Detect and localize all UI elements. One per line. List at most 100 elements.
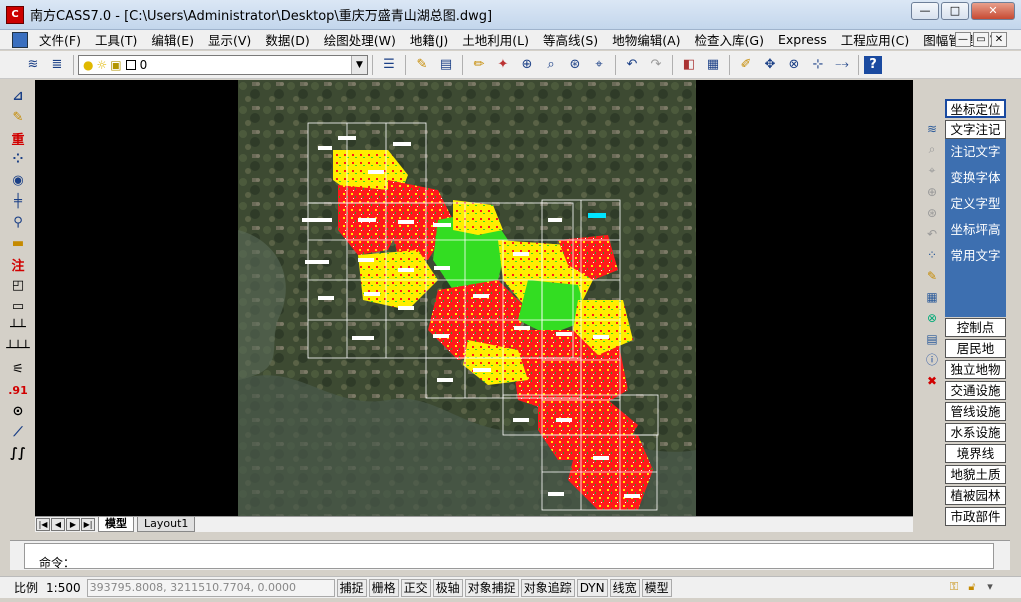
tab-model[interactable]: 模型 — [98, 517, 134, 532]
zoom-realtime-icon[interactable]: ⌕ — [540, 54, 562, 76]
rectangle-corner-icon[interactable]: ◰ — [7, 275, 29, 296]
calculator-icon[interactable]: ▤ — [922, 328, 942, 349]
rectangle-icon[interactable]: ▭ — [7, 296, 29, 317]
residential-button[interactable]: 居民地 — [945, 339, 1006, 358]
independent-feature-button[interactable]: 独立地物 — [945, 360, 1006, 379]
menu-view[interactable]: 显示(V) — [201, 30, 258, 49]
satellite-map[interactable] — [238, 80, 696, 517]
coord-locate-button[interactable]: 坐标定位 — [945, 99, 1006, 118]
drawing-canvas[interactable] — [35, 80, 913, 517]
measure-point-icon[interactable]: ⊿ — [7, 86, 29, 107]
zoom-previous-icon[interactable]: ↶ — [922, 223, 942, 244]
menu-tools[interactable]: 工具(T) — [88, 30, 144, 49]
hatch-line-icon[interactable]: ┴┴┴ — [6, 338, 29, 359]
snap-icon[interactable]: ⊗ — [783, 54, 805, 76]
network-icon[interactable]: ⚟ — [7, 359, 29, 380]
toggle-snap[interactable]: 捕捉 — [336, 578, 367, 597]
menu-express[interactable]: Express — [771, 32, 834, 47]
zoom-window-icon[interactable]: ⌖ — [922, 160, 942, 181]
zoom-extent-icon[interactable]: ⊕ — [922, 181, 942, 202]
zoom-previous-icon[interactable]: ⌖ — [588, 54, 610, 76]
help-icon[interactable]: ? — [864, 55, 882, 74]
wave-icon[interactable]: ∫∫ — [7, 443, 29, 464]
coord-elevation-item[interactable]: 坐标坪高 — [945, 217, 1006, 243]
calculator-icon[interactable]: ▦ — [702, 54, 724, 76]
dashed-line-icon[interactable]: ┴┴ — [7, 317, 29, 338]
circle-point-icon[interactable]: ⊙ — [7, 401, 29, 422]
toggle-polar[interactable]: 极轴 — [432, 578, 463, 597]
doc-close-button[interactable]: ✕ — [991, 32, 1007, 47]
points-grid-icon[interactable]: ⁘ — [7, 149, 29, 170]
pattern-icon[interactable]: ⁘ — [922, 244, 942, 265]
menu-data[interactable]: 数据(D) — [258, 30, 316, 49]
redo-icon[interactable]: ↷ — [645, 54, 667, 76]
pipeline-button[interactable]: 管线设施 — [945, 402, 1006, 421]
network-icon[interactable]: ⊗ — [922, 307, 942, 328]
define-style-item[interactable]: 定义字型 — [945, 191, 1006, 217]
elevation-icon[interactable]: .91 — [7, 380, 29, 401]
toggle-grid[interactable]: 栅格 — [368, 578, 399, 597]
lock-open-icon[interactable]: 🔓︎ — [963, 578, 981, 596]
last-tab-button[interactable]: ▶| — [81, 518, 95, 531]
delete-icon[interactable]: ✖ — [922, 370, 942, 391]
menu-drawing[interactable]: 绘图处理(W) — [317, 30, 403, 49]
open-icon[interactable]: ✎ — [411, 54, 433, 76]
document-icon[interactable] — [12, 31, 28, 48]
undo-icon[interactable]: ↶ — [621, 54, 643, 76]
toggle-lineweight[interactable]: 线宽 — [609, 578, 640, 597]
next-tab-button[interactable]: ▶ — [66, 518, 80, 531]
lock-key-icon[interactable]: ⚿ — [945, 578, 963, 596]
toggle-ortho[interactable]: 正交 — [400, 578, 431, 597]
boundary-button[interactable]: 境界线 — [945, 444, 1006, 463]
change-font-item[interactable]: 变换字体 — [945, 165, 1006, 191]
scale-value[interactable]: 1:500 — [46, 581, 81, 595]
annotate-text-item[interactable]: 注记文字 — [945, 139, 1006, 165]
chevron-down-icon[interactable]: ▼ — [351, 55, 367, 74]
landform-button[interactable]: 地貌土质 — [945, 465, 1006, 484]
camera-icon[interactable]: ◉ — [7, 170, 29, 191]
linetype-icon[interactable]: ☰ — [378, 54, 400, 76]
toggle-otrack[interactable]: 对象追踪 — [520, 578, 575, 597]
control-point-button[interactable]: 控制点 — [945, 318, 1006, 337]
menu-cadastre[interactable]: 地籍(J) — [403, 30, 455, 49]
zoom-window-icon[interactable]: ⊕ — [516, 54, 538, 76]
doc-restore-button[interactable]: ▭ — [973, 32, 989, 47]
save-icon[interactable]: ▤ — [435, 54, 457, 76]
menu-file[interactable]: 文件(F) — [32, 30, 88, 49]
dimension-icon[interactable]: ⊹ — [807, 54, 829, 76]
text-annotation-button[interactable]: 文字注记 — [945, 120, 1006, 139]
tab-layout1[interactable]: Layout1 — [137, 517, 196, 532]
traffic-button[interactable]: 交通设施 — [945, 381, 1006, 400]
menu-engineering[interactable]: 工程应用(C) — [834, 30, 916, 49]
menu-landuse[interactable]: 土地利用(L) — [455, 30, 536, 49]
annotate-text-icon[interactable]: 注 — [7, 254, 29, 275]
command-input[interactable]: 命令： — [24, 543, 994, 570]
vegetation-button[interactable]: 植被园林 — [945, 486, 1006, 505]
info-icon[interactable]: ⓘ — [922, 349, 942, 370]
municipal-button[interactable]: 市政部件 — [945, 507, 1006, 526]
layer-dropdown[interactable]: ● ☼ ▣ 0 ▼ — [78, 54, 368, 75]
heavy-text-icon[interactable]: 重 — [7, 128, 29, 149]
zoom-in-icon[interactable]: ⊛ — [922, 202, 942, 223]
menu-feature-edit[interactable]: 地物编辑(A) — [605, 30, 687, 49]
zoom-in-icon[interactable]: ⊛ — [564, 54, 586, 76]
layer-manager-icon[interactable]: ≣ — [46, 54, 68, 76]
properties-icon[interactable]: ◧ — [678, 54, 700, 76]
first-tab-button[interactable]: |◀ — [36, 518, 50, 531]
minimize-button[interactable]: — — [911, 2, 939, 20]
zoom-realtime-icon[interactable]: ⌕ — [922, 139, 942, 160]
move-icon[interactable]: ✥ — [759, 54, 781, 76]
edit-icon[interactable]: ✎ — [7, 107, 29, 128]
toggle-osnap[interactable]: 对象捕捉 — [464, 578, 519, 597]
edit-pencil-icon[interactable]: ✎ — [922, 265, 942, 286]
survey-icon[interactable]: ⚲ — [7, 212, 29, 233]
ruler-icon[interactable]: ▬ — [7, 233, 29, 254]
dropdown-arrow-icon[interactable]: ▾ — [981, 578, 999, 596]
maximize-button[interactable]: □ — [941, 2, 969, 20]
polyline-icon[interactable]: ⤍ — [831, 54, 853, 76]
close-button[interactable]: ✕ — [971, 2, 1015, 20]
water-button[interactable]: 水系设施 — [945, 423, 1006, 442]
toggle-dyn[interactable]: DYN — [576, 578, 608, 597]
prev-tab-button[interactable]: ◀ — [51, 518, 65, 531]
layers-icon[interactable]: ≋ — [22, 54, 44, 76]
